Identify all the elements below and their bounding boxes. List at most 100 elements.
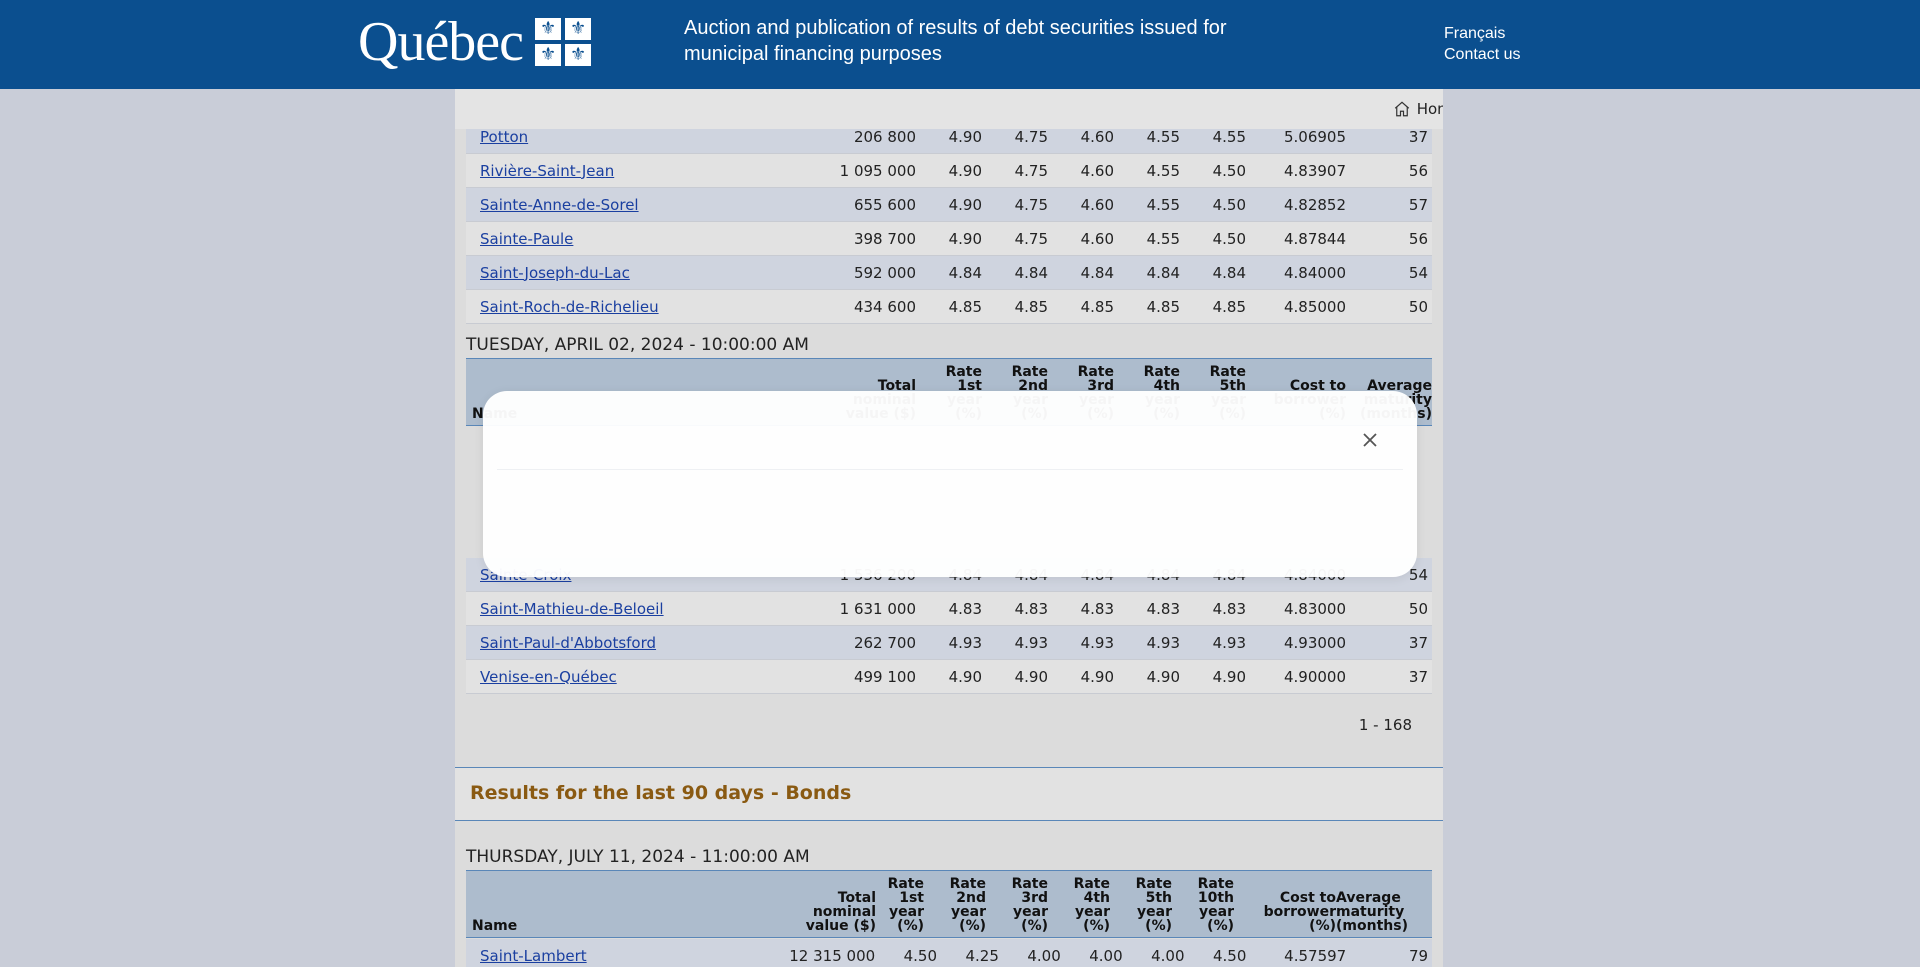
- municipality-link[interactable]: Sainte-Anne-de-Sorel: [480, 196, 639, 214]
- rate-cell: 4.60: [1080, 195, 1114, 214]
- maturity-cell: 56: [1408, 161, 1428, 180]
- rate-cell: 4.90: [948, 667, 982, 686]
- site-header: Québec ⚜ ⚜ ⚜ ⚜ Auction and publication of r…: [0, 0, 1920, 89]
- column-r1: Rate 1st year (%): [887, 876, 924, 934]
- column-r4: Rate 4th year (%): [1073, 876, 1110, 934]
- rate-cell: 4.83: [1080, 599, 1114, 618]
- rate-cell: 4.55: [1146, 229, 1180, 248]
- municipality-link[interactable]: Venise-en-Québec: [480, 668, 617, 686]
- section-title: Results for the last 90 days - Bonds: [470, 782, 852, 804]
- table-header-bonds: Name Total nominal value ($) Rate 1st year…: [466, 870, 1432, 938]
- pagination-range: 1 - 168: [1358, 716, 1412, 734]
- table-row: Sainte-Paule 398 700 4.90 4.75 4.60 4.55 4.50 4…: [466, 222, 1432, 256]
- name-cell: Potton: [466, 128, 806, 146]
- maturity-cell: 37: [1408, 127, 1428, 146]
- cost-cell: 4.85000: [1283, 297, 1346, 316]
- table-row: Saint-Lambert 12 315 000 4.50 4.25 4.00 4.00 4…: [466, 939, 1432, 967]
- contact-link[interactable]: Contact us: [1444, 44, 1520, 65]
- column-r3: Rate 3rd year (%): [1011, 876, 1048, 934]
- cost-cell: 4.57597: [1284, 946, 1347, 965]
- name-cell: Saint-Joseph-du-Lac: [466, 264, 806, 282]
- column-r10: Rate 10th year (%): [1197, 876, 1234, 934]
- rate-cell: 4.93: [1146, 633, 1180, 652]
- rate-cell: 4.60: [1080, 161, 1114, 180]
- municipality-link[interactable]: Saint-Paul-d'Abbotsford: [480, 634, 656, 652]
- home-icon: [1394, 101, 1409, 117]
- maturity-cell: 79: [1408, 946, 1429, 965]
- cost-cell: 4.90000: [1283, 667, 1346, 686]
- home-label: Home: [1416, 100, 1443, 118]
- rate-cell: 4.90: [1146, 667, 1180, 686]
- maturity-cell: 57: [1408, 195, 1428, 214]
- auction-date-heading-bonds: THURSDAY, JULY 11, 2024 - 11:00:00 AM: [466, 847, 810, 867]
- maturity-cell: 54: [1408, 263, 1428, 282]
- total-cell: 206 800: [853, 127, 916, 146]
- total-cell: 12 315 000: [789, 946, 876, 965]
- rate-cell: 4.90: [1080, 667, 1114, 686]
- total-cell: 1 631 000: [839, 599, 916, 618]
- quebec-logo[interactable]: Québec ⚜ ⚜ ⚜ ⚜: [358, 10, 592, 74]
- rate-cell: 4.50: [1213, 946, 1247, 965]
- section-header: Results for the last 90 days - Bonds: [455, 767, 1443, 821]
- rate-cell: 4.75: [1014, 161, 1048, 180]
- name-cell: Saint-Mathieu-de-Beloeil: [466, 600, 806, 618]
- rate-cell: 4.85: [1146, 297, 1180, 316]
- municipality-link[interactable]: Saint-Roch-de-Richelieu: [480, 298, 659, 316]
- table-row: Saint-Paul-d'Abbotsford 262 700 4.93 4.93 4.…: [466, 626, 1432, 660]
- rate-cell: 4.83: [1146, 599, 1180, 618]
- rate-cell: 4.84: [948, 263, 982, 282]
- total-cell: 262 700: [853, 633, 916, 652]
- header-links: Français Contact us: [1444, 23, 1520, 65]
- total-cell: 499 100: [853, 667, 916, 686]
- rate-cell: 4.84: [1212, 263, 1246, 282]
- rate-cell: 4.90: [948, 161, 982, 180]
- table-row: Sainte-Anne-de-Sorel 655 600 4.90 4.75 4.60 4…: [466, 188, 1432, 222]
- total-cell: 592 000: [853, 263, 916, 282]
- rate-cell: 4.93: [1080, 633, 1114, 652]
- name-cell: Rivière-Saint-Jean: [466, 162, 806, 180]
- rate-cell: 4.50: [903, 946, 938, 965]
- municipality-link[interactable]: Saint-Joseph-du-Lac: [480, 264, 630, 282]
- language-link[interactable]: Français: [1444, 23, 1520, 44]
- name-cell: Saint-Paul-d'Abbotsford: [466, 634, 806, 652]
- rate-cell: 4.90: [948, 127, 982, 146]
- cost-cell: 5.06905: [1283, 127, 1346, 146]
- column-r2: Rate 2nd year (%): [949, 876, 986, 934]
- name-cell: Saint-Roch-de-Richelieu: [466, 298, 806, 316]
- table-row: Saint-Roch-de-Richelieu 434 600 4.85 4.85 4.…: [466, 290, 1432, 324]
- rate-cell: 4.60: [1080, 127, 1114, 146]
- column-r5: Rate 5th year (%): [1135, 876, 1172, 934]
- rate-cell: 4.75: [1014, 195, 1048, 214]
- municipality-link[interactable]: Saint-Mathieu-de-Beloeil: [480, 600, 664, 618]
- rate-cell: 4.93: [1212, 633, 1246, 652]
- cost-cell: 4.83907: [1283, 161, 1346, 180]
- cost-cell: 4.93000: [1283, 633, 1346, 652]
- maturity-cell: 50: [1408, 599, 1428, 618]
- maturity-cell: 37: [1408, 633, 1428, 652]
- column-name: Name: [472, 918, 518, 934]
- close-icon: [1363, 433, 1377, 447]
- total-cell: 1 095 000: [839, 161, 916, 180]
- rate-cell: 4.75: [1014, 127, 1048, 146]
- rate-cell: 4.55: [1146, 161, 1180, 180]
- rate-cell: 4.83: [948, 599, 982, 618]
- column-total: Total nominal value ($): [805, 890, 876, 934]
- rate-cell: 4.85: [1212, 297, 1246, 316]
- municipality-link[interactable]: Rivière-Saint-Jean: [480, 162, 614, 180]
- close-button[interactable]: [1358, 428, 1382, 452]
- rate-cell: 4.84: [1146, 263, 1180, 282]
- rate-cell: 4.85: [948, 297, 982, 316]
- municipality-link[interactable]: Sainte-Paule: [480, 230, 573, 248]
- cost-cell: 4.83000: [1283, 599, 1346, 618]
- rate-cell: 4.90: [948, 195, 982, 214]
- municipality-link[interactable]: Saint-Lambert: [480, 947, 587, 965]
- results-table-2-visible: Sainte-Croix1 536 2004.844.844.844.844.8…: [466, 558, 1432, 694]
- table-row: Rivière-Saint-Jean 1 095 000 4.90 4.75 4.60 4…: [466, 154, 1432, 188]
- site-title: Auction and publication of results of de…: [684, 17, 1227, 65]
- rate-cell: 4.84: [1080, 263, 1114, 282]
- home-link[interactable]: Home: [1393, 100, 1443, 118]
- municipality-link[interactable]: Potton: [480, 128, 528, 146]
- column-cost: Cost to borrower (%): [1263, 890, 1336, 934]
- rate-cell: 4.83: [1212, 599, 1246, 618]
- results-table-3: Saint-Lambert 12 315 000 4.50 4.25 4.00 4.00 4…: [466, 939, 1432, 967]
